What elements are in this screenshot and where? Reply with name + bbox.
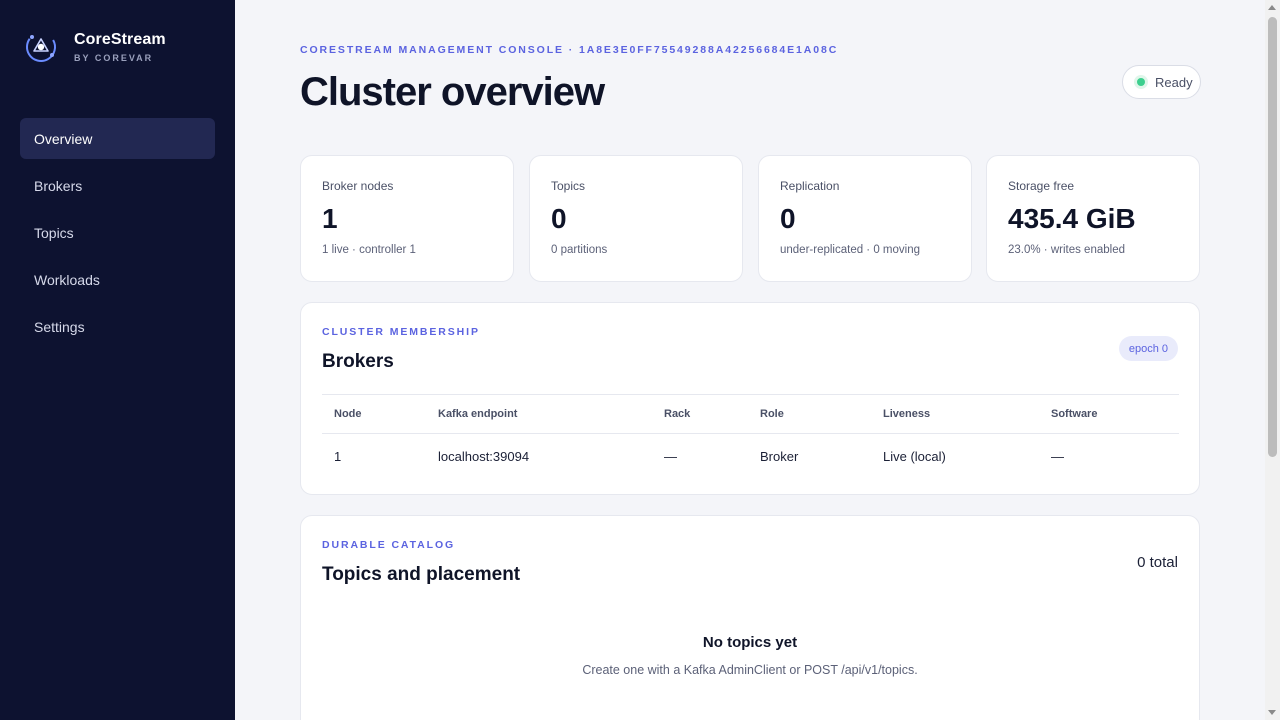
console-eyebrow: CORESTREAM MANAGEMENT CONSOLE · 1A8E3E0F… — [300, 44, 839, 56]
panel-title: Topics and placement — [322, 564, 521, 585]
topics-total: 0 total — [1137, 554, 1178, 571]
panel-eyebrow: CLUSTER MEMBERSHIP — [322, 326, 480, 338]
sidebar-item-label: Workloads — [34, 271, 100, 288]
status-badge: Ready — [1122, 65, 1201, 99]
column-header[interactable]: Node — [334, 395, 362, 433]
sidebar-item-label: Topics — [34, 224, 74, 241]
table-row[interactable]: 1 localhost:39094 — Broker Live (local) … — [322, 434, 1179, 478]
stat-label: Topics — [551, 179, 586, 193]
sidebar: CoreStream BY COREVAR Overview Brokers T… — [0, 0, 235, 720]
scroll-down-arrow-icon[interactable] — [1268, 710, 1276, 715]
stat-card-broker-nodes: Broker nodes 1 1 live · controller 1 — [300, 155, 514, 282]
stat-value: 435.4 GiB — [1008, 203, 1136, 234]
cell-endpoint: localhost:39094 — [438, 448, 530, 464]
stat-subtext: 23.0% · writes enabled — [1008, 244, 1125, 256]
status-label: Ready — [1155, 74, 1193, 90]
stat-label: Storage free — [1008, 179, 1075, 193]
stat-subtext: 0 partitions — [551, 244, 608, 256]
sidebar-item-label: Overview — [34, 130, 93, 147]
stat-value: 0 — [551, 203, 567, 234]
panel-title: Brokers — [322, 351, 394, 372]
status-dot-icon — [1137, 78, 1145, 86]
sidebar-item-label: Settings — [34, 318, 85, 335]
empty-state-subtitle: Create one with a Kafka AdminClient or P… — [582, 663, 918, 677]
sidebar-item-overview[interactable]: Overview — [20, 118, 215, 159]
cell-node: 1 — [334, 448, 342, 464]
orbit-logo-icon — [26, 32, 56, 62]
stat-card-topics: Topics 0 0 partitions — [529, 155, 743, 282]
empty-state-title: No topics yet — [702, 634, 798, 651]
cell-liveness: Live (local) — [883, 448, 946, 464]
scrollbar[interactable] — [1265, 0, 1280, 720]
cell-role: Broker — [760, 448, 799, 464]
column-header[interactable]: Rack — [664, 395, 690, 433]
sidebar-item-topics[interactable]: Topics — [20, 212, 215, 253]
scroll-up-arrow-icon[interactable] — [1268, 5, 1276, 10]
sidebar-item-settings[interactable]: Settings — [20, 306, 215, 347]
stat-label: Broker nodes — [322, 179, 394, 193]
stat-label: Replication — [780, 179, 840, 193]
column-header[interactable]: Role — [760, 395, 784, 433]
stat-value: 0 — [780, 203, 796, 234]
brand-subtitle: BY COREVAR — [74, 53, 154, 63]
cell-rack: — — [664, 448, 677, 464]
table-header: Node Kafka endpoint Rack Role Liveness S… — [322, 394, 1179, 434]
sidebar-nav: Overview Brokers Topics Workloads Settin… — [20, 118, 215, 353]
stat-value: 1 — [322, 203, 338, 234]
page-title: Cluster overview — [300, 70, 605, 114]
epoch-badge: epoch 0 — [1118, 336, 1178, 361]
sidebar-item-workloads[interactable]: Workloads — [20, 259, 215, 300]
sidebar-item-brokers[interactable]: Brokers — [20, 165, 215, 206]
column-header[interactable]: Liveness — [883, 395, 930, 433]
brokers-panel: CLUSTER MEMBERSHIP Brokers epoch 0 Node … — [300, 302, 1200, 495]
scroll-thumb[interactable] — [1268, 17, 1277, 457]
column-header[interactable]: Software — [1051, 395, 1097, 433]
main-content: CORESTREAM MANAGEMENT CONSOLE · 1A8E3E0F… — [235, 0, 1265, 720]
column-header[interactable]: Kafka endpoint — [438, 395, 517, 433]
brand[interactable]: CoreStream BY COREVAR — [24, 30, 166, 64]
stat-subtext: 1 live · controller 1 — [322, 244, 416, 256]
cell-software: — — [1051, 448, 1064, 464]
stat-card-replication: Replication 0 under-replicated · 0 movin… — [758, 155, 972, 282]
stat-subtext: under-replicated · 0 moving — [780, 244, 920, 256]
topics-panel: DURABLE CATALOG Topics and placement 0 t… — [300, 515, 1200, 720]
panel-eyebrow: DURABLE CATALOG — [322, 539, 456, 551]
brand-name: CoreStream — [74, 31, 166, 48]
sidebar-item-label: Brokers — [34, 177, 83, 194]
stat-card-storage-free: Storage free 435.4 GiB 23.0% · writes en… — [986, 155, 1200, 282]
